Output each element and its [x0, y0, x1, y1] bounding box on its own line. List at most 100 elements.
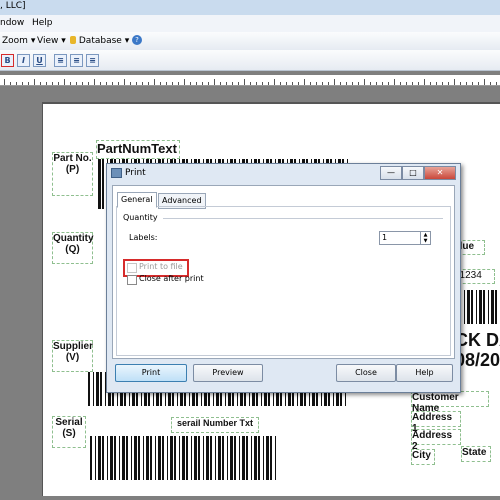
- print-to-file-checkbox[interactable]: [127, 263, 137, 273]
- ruler-tick: [340, 82, 341, 85]
- ruler-tick: [226, 82, 227, 85]
- barcode-bar: [218, 436, 221, 480]
- bold-button[interactable]: B: [1, 54, 14, 67]
- ruler-tick: [58, 82, 59, 85]
- barcode-bar: [275, 436, 276, 480]
- help-button[interactable]: Help: [396, 364, 453, 382]
- print-dialog: Print — □ ✕ General Advanced Quantity La…: [106, 163, 461, 393]
- spin-arrows-icon[interactable]: ▲ ▼: [420, 232, 430, 244]
- ruler-tick: [370, 82, 371, 85]
- address-1-field[interactable]: Address 1: [411, 411, 461, 434]
- ruler-tick: [148, 82, 149, 85]
- barcode-bar: [227, 436, 228, 480]
- barcode-bar: [251, 436, 252, 480]
- format-toolbar: B I U ≡ ≡ ≡: [0, 50, 500, 71]
- close-button[interactable]: Close: [336, 364, 396, 382]
- dialog-titlebar[interactable]: Print — □ ✕: [107, 164, 460, 182]
- ruler-tick: [184, 79, 185, 85]
- barcode-bar: [203, 436, 204, 480]
- minimize-button[interactable]: —: [380, 166, 402, 180]
- ruler-tick: [472, 82, 473, 85]
- menu-help[interactable]: Help: [32, 18, 53, 28]
- group-divider: [163, 218, 443, 219]
- barcode-bar: [182, 436, 185, 480]
- barcode-bar: [134, 436, 137, 480]
- database-menu[interactable]: Database ▾: [70, 36, 129, 46]
- tab-general[interactable]: General: [117, 192, 157, 208]
- align-right-icon[interactable]: ≡: [86, 54, 99, 67]
- print-button[interactable]: Print: [115, 364, 187, 382]
- ruler-tick: [28, 82, 29, 85]
- ruler-tick: [208, 82, 209, 85]
- ruler-tick: [328, 82, 329, 85]
- menu-bar: ndow Help: [0, 15, 500, 33]
- maximize-button[interactable]: □: [402, 166, 424, 180]
- help-icon[interactable]: ?: [132, 35, 142, 45]
- preview-button[interactable]: Preview: [193, 364, 263, 382]
- italic-button[interactable]: I: [17, 54, 30, 67]
- menu-window[interactable]: ndow: [0, 18, 24, 28]
- barcode-bar: [138, 436, 140, 480]
- ruler-tick: [346, 82, 347, 85]
- barcode-bar: [179, 436, 180, 480]
- window-title: , LLC]: [0, 1, 26, 11]
- ruler-tick: [88, 82, 89, 85]
- ruler-tick: [376, 82, 377, 85]
- barcode-bar: [143, 436, 144, 480]
- barcode-bar: [222, 436, 224, 480]
- close-after-print-checkbox[interactable]: [127, 275, 137, 285]
- part-no-field[interactable]: Part No. (P): [52, 152, 93, 196]
- serial-field[interactable]: Serial (S): [52, 416, 86, 448]
- big-text-2[interactable]: 08/20: [455, 350, 500, 370]
- database-icon: [70, 36, 76, 44]
- ruler-tick: [250, 82, 251, 85]
- barcode-bar: [100, 372, 102, 406]
- ruler-tick: [364, 79, 365, 85]
- ruler-tick: [196, 82, 197, 85]
- ruler-tick: [112, 82, 113, 85]
- barcode-bar: [98, 159, 101, 209]
- ruler-tick: [352, 82, 353, 85]
- part-num-text-field[interactable]: PartNumText: [96, 140, 180, 159]
- align-center-icon[interactable]: ≡: [70, 54, 83, 67]
- printer-icon: [111, 168, 122, 178]
- labels-quantity-stepper[interactable]: 1 ▲ ▼: [379, 231, 431, 245]
- supplier-field[interactable]: Supplier (V): [52, 340, 93, 372]
- right-barcode[interactable]: [455, 290, 500, 324]
- ruler-tick: [274, 79, 275, 85]
- quantity-field[interactable]: Quantity (Q): [52, 232, 94, 264]
- align-left-icon[interactable]: ≡: [54, 54, 67, 67]
- ruler-tick: [310, 82, 311, 85]
- barcode-bar: [206, 436, 209, 480]
- city-field[interactable]: City: [411, 449, 435, 465]
- barcode-bar: [467, 290, 470, 324]
- barcode-bar: [107, 436, 108, 480]
- ruler-tick: [160, 82, 161, 85]
- serial-number-text-field[interactable]: serail Number Txt: [171, 417, 259, 433]
- ruler-tick: [412, 82, 413, 85]
- ruler-tick: [46, 82, 47, 85]
- ruler-tick: [298, 82, 299, 85]
- barcode-bar: [102, 436, 104, 480]
- ruler-tick: [94, 79, 95, 85]
- address-2-field[interactable]: Address 2: [411, 429, 461, 452]
- ruler-tick: [100, 82, 101, 85]
- ruler-tick: [34, 79, 35, 85]
- underline-button[interactable]: U: [33, 54, 46, 67]
- close-window-button[interactable]: ✕: [424, 166, 456, 180]
- zoom-menu[interactable]: Zoom ▾: [2, 36, 35, 46]
- view-menu[interactable]: View ▾: [37, 36, 66, 46]
- serial-barcode[interactable]: [90, 436, 278, 480]
- ruler-tick: [454, 79, 455, 85]
- ruler-tick: [460, 82, 461, 85]
- barcode-bar: [126, 436, 128, 480]
- barcode-bar: [167, 436, 168, 480]
- barcode-bar: [146, 436, 149, 480]
- big-text-1[interactable]: CK DA: [455, 330, 500, 350]
- close-after-print-label: Close after print: [139, 274, 204, 283]
- ruler-tick: [4, 79, 5, 85]
- customer-name-field[interactable]: Customer Name: [411, 391, 489, 414]
- state-field[interactable]: State: [461, 446, 491, 462]
- ruler-tick: [262, 82, 263, 85]
- ruler-tick: [118, 82, 119, 85]
